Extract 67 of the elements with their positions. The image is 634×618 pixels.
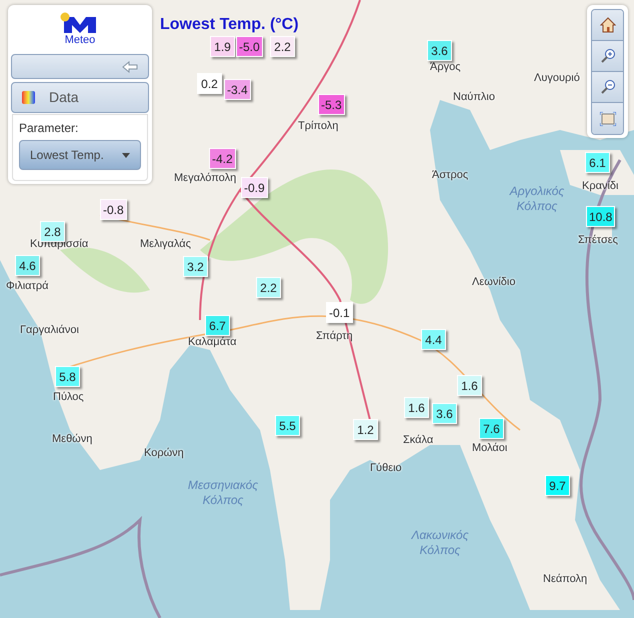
sea-label: Αργολικός Κόλπος bbox=[508, 184, 566, 214]
place-label: Φιλιατρά bbox=[6, 279, 48, 294]
temperature-marker[interactable]: 3.6 bbox=[427, 40, 452, 61]
temperature-marker[interactable]: 3.6 bbox=[432, 403, 457, 424]
temperature-marker[interactable]: 5.5 bbox=[275, 415, 300, 436]
home-icon bbox=[600, 17, 616, 33]
place-label: Σπέτσες bbox=[578, 233, 618, 248]
place-label: Νεάπολη bbox=[543, 572, 588, 587]
temperature-marker[interactable]: -5.0 bbox=[236, 36, 263, 57]
zoom-in-icon bbox=[600, 48, 616, 64]
place-label: Μελιγαλάς bbox=[140, 237, 191, 252]
temperature-marker[interactable]: -0.8 bbox=[100, 199, 127, 220]
parameter-dropdown[interactable]: Lowest Temp. bbox=[19, 140, 141, 170]
sea-label: Μεσσηνιακός Κόλπος bbox=[186, 478, 260, 508]
place-label: Πύλος bbox=[53, 390, 84, 405]
temperature-marker[interactable]: -0.9 bbox=[241, 177, 268, 198]
temperature-marker[interactable]: 2.2 bbox=[270, 36, 295, 57]
temperature-marker[interactable]: 2.8 bbox=[40, 221, 65, 242]
place-label: Καλαμάτα bbox=[188, 335, 237, 350]
full-extent-button[interactable] bbox=[592, 103, 623, 134]
place-label: Μολάοι bbox=[472, 441, 508, 456]
temperature-marker[interactable]: 9.7 bbox=[545, 475, 570, 496]
temperature-marker[interactable]: 0.2 bbox=[197, 73, 222, 94]
caret-down-icon bbox=[122, 152, 130, 158]
temperature-marker[interactable]: -4.2 bbox=[209, 148, 236, 169]
temperature-marker[interactable]: 4.6 bbox=[15, 255, 40, 276]
place-label: Άργος bbox=[430, 60, 461, 75]
zoom-out-icon bbox=[600, 79, 616, 95]
zoom-out-button[interactable] bbox=[592, 72, 623, 103]
collapse-toggle-button[interactable] bbox=[11, 54, 149, 79]
place-label: Κρανίδι bbox=[582, 179, 618, 194]
place-label: Λυγουριό bbox=[534, 71, 580, 86]
temperature-marker[interactable]: 3.2 bbox=[183, 256, 208, 277]
temperature-marker[interactable]: 1.6 bbox=[457, 375, 482, 396]
place-label: Άστρος bbox=[432, 168, 468, 183]
place-label: Μεθώνη bbox=[52, 432, 92, 447]
place-label: Ναύπλιο bbox=[453, 90, 495, 105]
place-label: Κορώνη bbox=[144, 446, 184, 461]
map-title: Lowest Temp. (°C) bbox=[160, 15, 299, 35]
temperature-marker[interactable]: 5.8 bbox=[55, 366, 80, 387]
temperature-marker[interactable]: -3.4 bbox=[224, 79, 251, 100]
temperature-marker[interactable]: 7.6 bbox=[479, 418, 504, 439]
temperature-marker[interactable]: 2.2 bbox=[256, 277, 281, 298]
place-label: Μεγαλόπολη bbox=[174, 171, 236, 186]
data-button[interactable]: Data bbox=[11, 82, 149, 113]
temperature-marker[interactable]: 1.6 bbox=[404, 397, 429, 418]
logo-text: Meteo bbox=[64, 34, 96, 46]
place-label: Γύθειο bbox=[370, 461, 402, 476]
temperature-marker[interactable]: 4.4 bbox=[421, 329, 446, 350]
temperature-marker[interactable]: 6.1 bbox=[585, 152, 610, 173]
parameter-label: Parameter: bbox=[19, 120, 80, 137]
temperature-marker[interactable]: 6.7 bbox=[205, 315, 230, 336]
arrow-left-icon bbox=[122, 60, 138, 72]
extent-icon bbox=[600, 112, 616, 126]
temperature-marker[interactable]: -0.1 bbox=[326, 302, 353, 323]
temperature-marker[interactable]: 10.8 bbox=[586, 206, 616, 227]
temperature-marker[interactable]: 1.2 bbox=[353, 419, 378, 440]
zoom-in-button[interactable] bbox=[592, 41, 623, 72]
place-label: Γαργαλιάνοι bbox=[20, 323, 79, 338]
place-label: Λεωνίδιο bbox=[472, 275, 516, 290]
temperature-marker[interactable]: 1.9 bbox=[210, 36, 235, 57]
temperature-marker[interactable]: -5.3 bbox=[318, 94, 345, 115]
color-palette-icon bbox=[22, 91, 35, 104]
place-label: Τρίπολη bbox=[298, 119, 338, 134]
sea-label: Λακωνικός Κόλπος bbox=[410, 528, 470, 558]
place-label: Σκάλα bbox=[403, 433, 434, 448]
home-button[interactable] bbox=[592, 10, 623, 41]
